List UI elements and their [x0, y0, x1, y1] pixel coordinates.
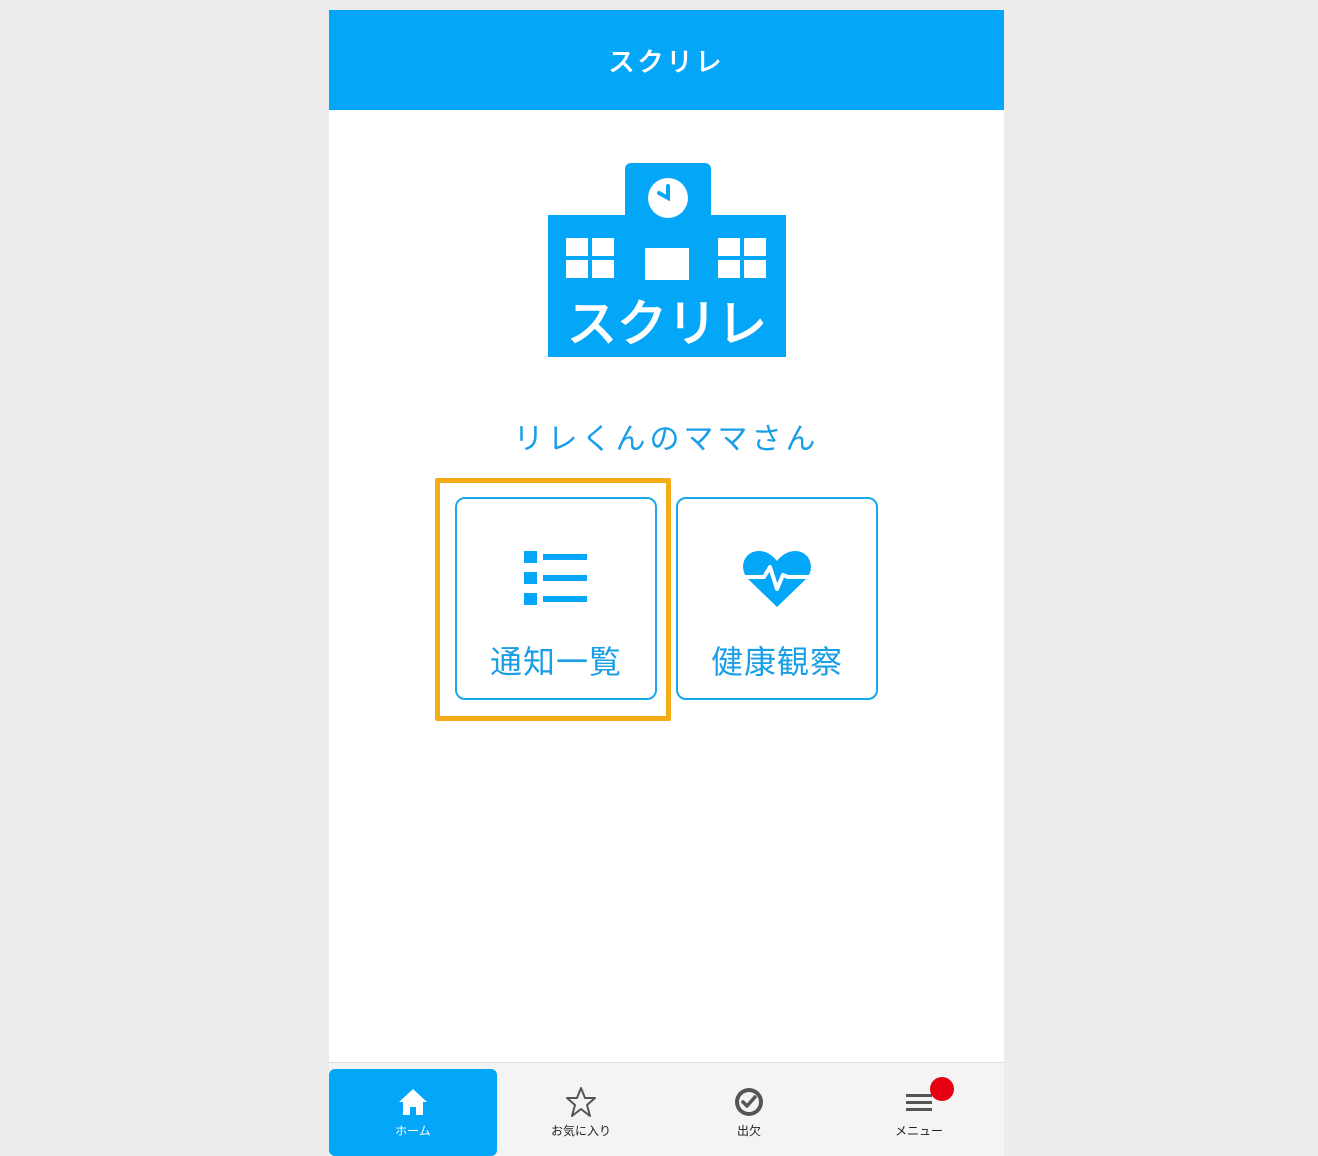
list-icon: [524, 551, 587, 605]
tab-home[interactable]: ホーム: [329, 1069, 497, 1156]
app-screen: スクリレ スクリレ リレくんのママさん 通知一覧 健康観察 ホーム お気に入り …: [329, 10, 1004, 1156]
notifications-tile[interactable]: 通知一覧: [455, 497, 657, 700]
tab-menu[interactable]: メニュー: [835, 1069, 1003, 1156]
heartbeat-icon: [743, 551, 811, 607]
tab-attendance[interactable]: 出欠: [665, 1069, 833, 1156]
star-icon: [566, 1087, 596, 1117]
check-circle-icon: [735, 1088, 763, 1116]
school-logo: スクリレ: [548, 163, 786, 357]
app-header: スクリレ: [329, 10, 1004, 110]
tab-home-label: ホーム: [395, 1124, 431, 1138]
bottom-tab-bar: ホーム お気に入り 出欠 メニュー: [329, 1062, 1004, 1156]
tab-favorites-label: お気に入り: [550, 1124, 611, 1138]
user-name: リレくんのママさん: [513, 422, 820, 457]
notification-badge: [930, 1077, 954, 1101]
tab-attendance-label: 出欠: [736, 1124, 761, 1138]
tab-menu-label: メニュー: [894, 1124, 943, 1138]
health-check-label: 健康観察: [710, 643, 843, 681]
logo-text: スクリレ: [567, 295, 767, 353]
health-check-tile[interactable]: 健康観察: [676, 497, 878, 700]
app-title: スクリレ: [608, 47, 725, 78]
home-icon: [399, 1089, 427, 1115]
tab-favorites[interactable]: お気に入り: [497, 1069, 665, 1156]
notifications-label: 通知一覧: [489, 643, 622, 681]
